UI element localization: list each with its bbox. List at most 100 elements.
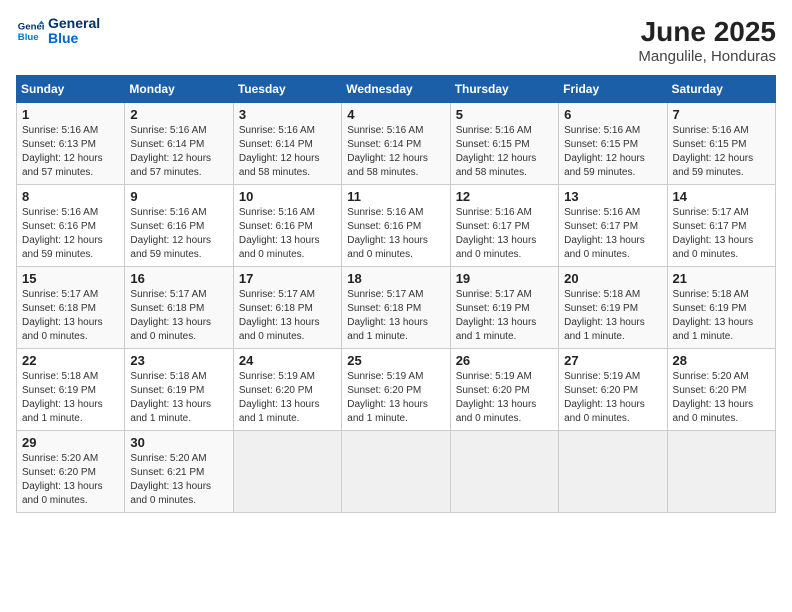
day-number: 28 (673, 353, 770, 368)
header-monday: Monday (125, 76, 233, 103)
day-info: Sunrise: 5:19 AMSunset: 6:20 PMDaylight:… (347, 370, 444, 426)
header-thursday: Thursday (450, 76, 558, 103)
day-info: Sunrise: 5:16 AMSunset: 6:16 PMDaylight:… (347, 206, 444, 262)
header-sunday: Sunday (17, 76, 125, 103)
day-number: 7 (673, 107, 770, 122)
day-number: 10 (239, 189, 336, 204)
page-container: General Blue General Blue June 2025 Mang… (16, 16, 776, 513)
day-info: Sunrise: 5:19 AMSunset: 6:20 PMDaylight:… (564, 370, 661, 426)
day-number: 18 (347, 271, 444, 286)
day-info: Sunrise: 5:17 AMSunset: 6:18 PMDaylight:… (22, 288, 119, 344)
calendar-cell: 21 Sunrise: 5:18 AMSunset: 6:19 PMDayligh… (667, 267, 775, 349)
day-number: 13 (564, 189, 661, 204)
calendar-cell: 19 Sunrise: 5:17 AMSunset: 6:19 PMDayligh… (450, 267, 558, 349)
calendar-cell: 1 Sunrise: 5:16 AMSunset: 6:13 PMDaylight… (17, 103, 125, 185)
calendar-cell: 22 Sunrise: 5:18 AMSunset: 6:19 PMDayligh… (17, 349, 125, 431)
calendar-cell: 20 Sunrise: 5:18 AMSunset: 6:19 PMDayligh… (559, 267, 667, 349)
day-number: 17 (239, 271, 336, 286)
header-saturday: Saturday (667, 76, 775, 103)
calendar-cell: 24Sunrise: 5:19 AMSunset: 6:20 PMDayligh… (233, 349, 341, 431)
day-number: 6 (564, 107, 661, 122)
day-number: 1 (22, 107, 119, 122)
calendar-cell: 16 Sunrise: 5:17 AMSunset: 6:18 PMDayligh… (125, 267, 233, 349)
calendar-cell: 15 Sunrise: 5:17 AMSunset: 6:18 PMDayligh… (17, 267, 125, 349)
calendar-table: Sunday Monday Tuesday Wednesday Thursday… (16, 75, 776, 513)
calendar-cell: 17 Sunrise: 5:17 AMSunset: 6:18 PMDayligh… (233, 267, 341, 349)
day-info: Sunrise: 5:18 AMSunset: 6:19 PMDaylight:… (22, 370, 119, 426)
logo-line2: Blue (48, 31, 100, 46)
day-number: 30 (130, 435, 227, 450)
day-info: Sunrise: 5:16 AMSunset: 6:17 PMDaylight:… (564, 206, 661, 262)
calendar-cell: 14Sunrise: 5:17 AMSunset: 6:17 PMDayligh… (667, 185, 775, 267)
calendar-row: 1 Sunrise: 5:16 AMSunset: 6:13 PMDaylight… (17, 103, 776, 185)
calendar-cell: 8 Sunrise: 5:16 AMSunset: 6:16 PMDaylight… (17, 185, 125, 267)
calendar-cell (233, 431, 341, 513)
calendar-cell: 25 Sunrise: 5:19 AMSunset: 6:20 PMDayligh… (342, 349, 450, 431)
day-number: 4 (347, 107, 444, 122)
header-tuesday: Tuesday (233, 76, 341, 103)
day-number: 8 (22, 189, 119, 204)
header-friday: Friday (559, 76, 667, 103)
day-info: Sunrise: 5:16 AMSunset: 6:16 PMDaylight:… (22, 206, 119, 262)
weekday-header-row: Sunday Monday Tuesday Wednesday Thursday… (17, 76, 776, 103)
day-number: 22 (22, 353, 119, 368)
calendar-cell: 10 Sunrise: 5:16 AMSunset: 6:16 PMDayligh… (233, 185, 341, 267)
day-number: 11 (347, 189, 444, 204)
calendar-cell: 6 Sunrise: 5:16 AMSunset: 6:15 PMDaylight… (559, 103, 667, 185)
logo-text: General Blue (48, 16, 100, 47)
day-number: 26 (456, 353, 553, 368)
day-info: Sunrise: 5:19 AMSunset: 6:20 PMDaylight:… (456, 370, 553, 426)
day-number: 27 (564, 353, 661, 368)
calendar-row: 29Sunrise: 5:20 AMSunset: 6:20 PMDayligh… (17, 431, 776, 513)
day-number: 3 (239, 107, 336, 122)
header: General Blue General Blue June 2025 Mang… (16, 16, 776, 65)
calendar-cell: 2Sunrise: 5:16 AMSunset: 6:14 PMDaylight… (125, 103, 233, 185)
day-info: Sunrise: 5:16 AMSunset: 6:15 PMDaylight:… (673, 124, 770, 180)
day-info: Sunrise: 5:16 AMSunset: 6:15 PMDaylight:… (564, 124, 661, 180)
day-info: Sunrise: 5:16 AMSunset: 6:13 PMDaylight:… (22, 124, 119, 180)
month-title: June 2025 (638, 16, 776, 48)
day-number: 24 (239, 353, 336, 368)
calendar-cell: 29Sunrise: 5:20 AMSunset: 6:20 PMDayligh… (17, 431, 125, 513)
calendar-row: 22 Sunrise: 5:18 AMSunset: 6:19 PMDayligh… (17, 349, 776, 431)
day-info: Sunrise: 5:16 AMSunset: 6:17 PMDaylight:… (456, 206, 553, 262)
logo-icon: General Blue (16, 17, 44, 45)
day-info: Sunrise: 5:18 AMSunset: 6:19 PMDaylight:… (564, 288, 661, 344)
day-number: 25 (347, 353, 444, 368)
calendar-cell: 5 Sunrise: 5:16 AMSunset: 6:15 PMDaylight… (450, 103, 558, 185)
day-number: 5 (456, 107, 553, 122)
day-number: 20 (564, 271, 661, 286)
calendar-cell: 23 Sunrise: 5:18 AMSunset: 6:19 PMDayligh… (125, 349, 233, 431)
day-number: 19 (456, 271, 553, 286)
calendar-cell: 12Sunrise: 5:16 AMSunset: 6:17 PMDayligh… (450, 185, 558, 267)
title-area: June 2025 Mangulile, Honduras (638, 16, 776, 65)
day-info: Sunrise: 5:17 AMSunset: 6:18 PMDaylight:… (239, 288, 336, 344)
day-info: Sunrise: 5:20 AMSunset: 6:20 PMDaylight:… (673, 370, 770, 426)
calendar-cell: 9 Sunrise: 5:16 AMSunset: 6:16 PMDaylight… (125, 185, 233, 267)
header-wednesday: Wednesday (342, 76, 450, 103)
day-info: Sunrise: 5:16 AMSunset: 6:15 PMDaylight:… (456, 124, 553, 180)
day-info: Sunrise: 5:17 AMSunset: 6:19 PMDaylight:… (456, 288, 553, 344)
day-info: Sunrise: 5:16 AMSunset: 6:16 PMDaylight:… (239, 206, 336, 262)
day-number: 15 (22, 271, 119, 286)
calendar-row: 15 Sunrise: 5:17 AMSunset: 6:18 PMDayligh… (17, 267, 776, 349)
svg-text:Blue: Blue (18, 32, 39, 43)
day-number: 21 (673, 271, 770, 286)
day-number: 16 (130, 271, 227, 286)
day-info: Sunrise: 5:17 AMSunset: 6:18 PMDaylight:… (130, 288, 227, 344)
calendar-cell: 13 Sunrise: 5:16 AMSunset: 6:17 PMDayligh… (559, 185, 667, 267)
day-info: Sunrise: 5:18 AMSunset: 6:19 PMDaylight:… (130, 370, 227, 426)
calendar-cell: 18Sunrise: 5:17 AMSunset: 6:18 PMDayligh… (342, 267, 450, 349)
day-number: 23 (130, 353, 227, 368)
day-number: 2 (130, 107, 227, 122)
day-info: Sunrise: 5:18 AMSunset: 6:19 PMDaylight:… (673, 288, 770, 344)
calendar-cell: 3Sunrise: 5:16 AMSunset: 6:14 PMDaylight… (233, 103, 341, 185)
calendar-cell (667, 431, 775, 513)
logo-line1: General (48, 16, 100, 31)
calendar-cell: 7 Sunrise: 5:16 AMSunset: 6:15 PMDaylight… (667, 103, 775, 185)
day-info: Sunrise: 5:16 AMSunset: 6:14 PMDaylight:… (347, 124, 444, 180)
day-number: 9 (130, 189, 227, 204)
day-info: Sunrise: 5:16 AMSunset: 6:16 PMDaylight:… (130, 206, 227, 262)
calendar-row: 8 Sunrise: 5:16 AMSunset: 6:16 PMDaylight… (17, 185, 776, 267)
calendar-cell: 11 Sunrise: 5:16 AMSunset: 6:16 PMDayligh… (342, 185, 450, 267)
